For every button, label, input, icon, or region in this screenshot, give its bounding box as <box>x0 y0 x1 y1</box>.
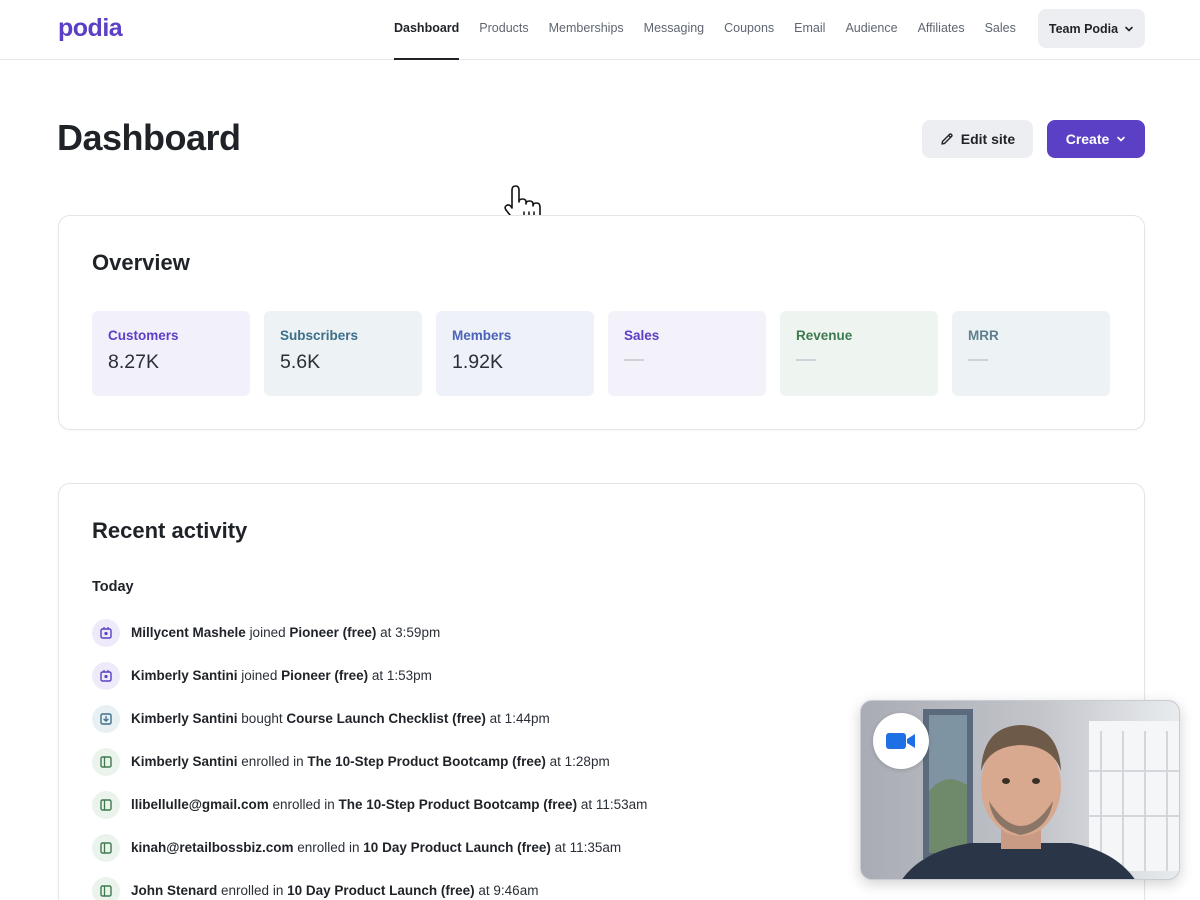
activity-product[interactable]: Pioneer (free) <box>281 668 368 683</box>
pencil-icon <box>941 133 953 145</box>
course-icon <box>92 876 120 900</box>
course-icon <box>92 790 120 819</box>
page-title: Dashboard <box>57 117 241 158</box>
stat-members[interactable]: Members 1.92K <box>436 311 594 396</box>
recent-activity-title: Recent activity <box>92 518 248 543</box>
nav-email[interactable]: Email <box>784 0 835 60</box>
activity-verb: enrolled in <box>221 883 284 898</box>
stat-label: Sales <box>624 328 660 343</box>
top-bar: podia Dashboard Products Memberships Mes… <box>0 0 1200 60</box>
stat-label: MRR <box>968 328 999 343</box>
membership-icon <box>92 661 120 690</box>
stat-empty-dash <box>624 359 644 361</box>
activity-product[interactable]: Course Launch Checklist (free) <box>286 711 486 726</box>
download-icon <box>92 704 120 733</box>
team-switcher-label: Team Podia <box>1048 21 1119 36</box>
nav-products[interactable]: Products <box>469 0 538 60</box>
activity-verb: bought <box>241 711 283 726</box>
activity-group-label: Today <box>92 579 134 595</box>
edit-site-label: Edit site <box>960 131 1016 147</box>
activity-text: llibellulle@gmail.com enrolled in The 10… <box>131 797 647 812</box>
activity-text: Kimberly Santini enrolled in The 10-Step… <box>131 754 610 769</box>
stat-value: 5.6K <box>280 351 321 373</box>
activity-time: at 11:53am <box>580 797 648 812</box>
nav-messaging[interactable]: Messaging <box>634 0 714 60</box>
membership-icon <box>92 618 120 647</box>
activity-actor[interactable]: Kimberly Santini <box>131 668 238 683</box>
stat-value: 8.27K <box>108 351 159 373</box>
activity-time: at 11:35am <box>554 840 622 855</box>
activity-item: Millycent Mashele joined Pioneer (free) … <box>92 611 1092 654</box>
course-icon <box>92 747 120 776</box>
create-button[interactable]: Create <box>1047 120 1145 158</box>
stat-customers[interactable]: Customers 8.27K <box>92 311 250 396</box>
stat-value: 1.92K <box>452 351 503 373</box>
chevron-down-icon <box>1125 26 1133 31</box>
activity-product[interactable]: 10 Day Product Launch (free) <box>363 840 551 855</box>
overview-card: Overview Customers 8.27K Subscribers 5.6… <box>58 215 1145 430</box>
activity-time: at 1:44pm <box>489 711 550 726</box>
nav-dashboard[interactable]: Dashboard <box>384 0 469 60</box>
create-label: Create <box>1065 131 1110 147</box>
stat-sales[interactable]: Sales <box>608 311 766 396</box>
activity-text: Millycent Mashele joined Pioneer (free) … <box>131 625 440 640</box>
activity-verb: joined <box>241 668 278 683</box>
activity-actor[interactable]: kinah@retailbossbiz.com <box>131 840 293 855</box>
activity-verb: enrolled in <box>272 797 335 812</box>
stat-revenue[interactable]: Revenue <box>780 311 938 396</box>
nav-audience[interactable]: Audience <box>835 0 907 60</box>
activity-time: at 1:53pm <box>371 668 432 683</box>
stat-label: Subscribers <box>280 328 359 343</box>
activity-product[interactable]: Pioneer (free) <box>289 625 376 640</box>
activity-product[interactable]: The 10-Step Product Bootcamp (free) <box>339 797 578 812</box>
activity-actor[interactable]: Kimberly Santini <box>131 754 238 769</box>
stat-label: Members <box>452 328 512 343</box>
activity-text: kinah@retailbossbiz.com enrolled in 10 D… <box>131 840 621 855</box>
activity-actor[interactable]: Millycent Mashele <box>131 625 246 640</box>
activity-time: at 9:46am <box>478 883 539 898</box>
video-call-overlay[interactable] <box>860 700 1180 880</box>
activity-text: John Stenard enrolled in 10 Day Product … <box>131 883 538 898</box>
activity-verb: enrolled in <box>241 754 304 769</box>
nav-sales[interactable]: Sales <box>975 0 1026 60</box>
edit-site-button[interactable]: Edit site <box>922 120 1033 158</box>
activity-actor[interactable]: John Stenard <box>131 883 217 898</box>
activity-time: at 1:28pm <box>549 754 610 769</box>
stat-empty-dash <box>968 359 988 361</box>
activity-text: Kimberly Santini joined Pioneer (free) a… <box>131 668 432 683</box>
stat-mrr[interactable]: MRR <box>952 311 1110 396</box>
main-nav: Dashboard Products Memberships Messaging… <box>384 0 1026 60</box>
activity-actor[interactable]: llibellulle@gmail.com <box>131 797 269 812</box>
stat-subscribers[interactable]: Subscribers 5.6K <box>264 311 422 396</box>
stat-empty-dash <box>796 359 816 361</box>
activity-product[interactable]: The 10-Step Product Bootcamp (free) <box>307 754 546 769</box>
chevron-down-icon <box>1117 136 1126 142</box>
nav-coupons[interactable]: Coupons <box>714 0 784 60</box>
activity-verb: joined <box>249 625 286 640</box>
zoom-badge <box>873 713 929 769</box>
nav-memberships[interactable]: Memberships <box>539 0 634 60</box>
activity-verb: enrolled in <box>297 840 360 855</box>
video-camera-icon <box>886 733 915 749</box>
overview-title: Overview <box>92 250 190 275</box>
overview-stats: Customers 8.27K Subscribers 5.6K Members… <box>92 311 1110 396</box>
activity-item: Kimberly Santini joined Pioneer (free) a… <box>92 654 1092 697</box>
activity-text: Kimberly Santini bought Course Launch Ch… <box>131 711 550 726</box>
activity-product[interactable]: 10 Day Product Launch (free) <box>287 883 475 898</box>
podia-logo[interactable]: podia <box>58 14 123 43</box>
activity-actor[interactable]: Kimberly Santini <box>131 711 238 726</box>
stat-label: Revenue <box>796 328 853 343</box>
nav-affiliates[interactable]: Affiliates <box>908 0 975 60</box>
team-switcher-button[interactable]: Team Podia <box>1038 9 1145 48</box>
stat-label: Customers <box>108 328 179 343</box>
activity-time: at 3:59pm <box>380 625 441 640</box>
course-icon <box>92 833 120 862</box>
